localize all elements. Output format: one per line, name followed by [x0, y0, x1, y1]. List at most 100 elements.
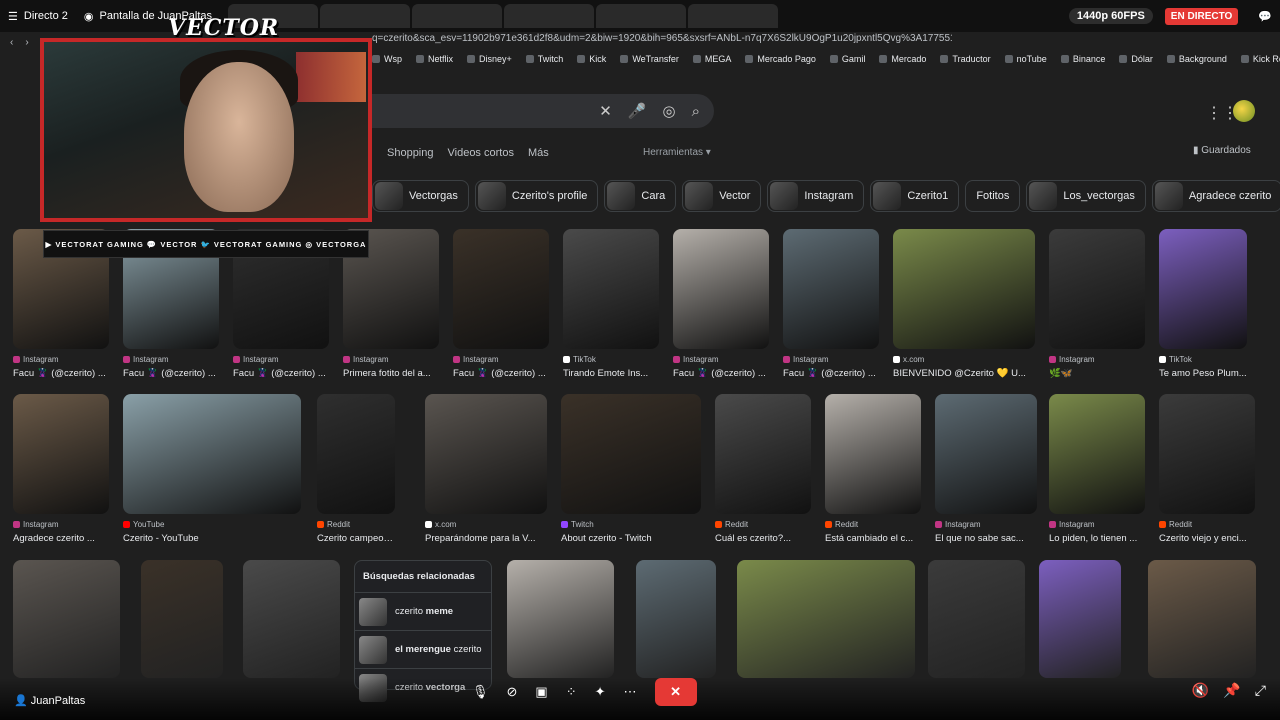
- lens-icon[interactable]: ◎: [663, 102, 676, 120]
- image-result[interactable]: [13, 560, 120, 678]
- url-field[interactable]: q=czerito&sca_esv=11902b971e361d2f8&udm=…: [372, 33, 952, 44]
- result-thumbnail[interactable]: [935, 394, 1037, 514]
- back-icon[interactable]: ‹: [10, 37, 13, 48]
- result-caption[interactable]: Facu 🦹 (@czerito) ...: [453, 368, 549, 379]
- bookmark-item[interactable]: Kick: [577, 54, 606, 72]
- bookmark-item[interactable]: Background: [1167, 54, 1227, 72]
- search-icon[interactable]: ⌕: [692, 103, 700, 120]
- image-result[interactable]: Reddit Cuál es czerito?...: [715, 394, 811, 544]
- result-thumbnail[interactable]: [13, 394, 109, 514]
- result-caption[interactable]: El que no sabe sac...: [935, 533, 1037, 544]
- layout-icon[interactable]: ⁘: [566, 684, 577, 700]
- result-thumbnail[interactable]: [715, 394, 811, 514]
- bookmark-item[interactable]: Mercado Pago: [745, 54, 816, 72]
- result-caption[interactable]: Facu 🦹 (@czerito) ...: [233, 368, 329, 379]
- filter-tab[interactable]: Videos cortos: [448, 147, 514, 159]
- bookmark-item[interactable]: MEGA: [693, 54, 732, 72]
- image-result[interactable]: Reddit Está cambiado el c...: [825, 394, 921, 544]
- image-result[interactable]: [636, 560, 716, 678]
- image-result[interactable]: [928, 560, 1025, 678]
- result-thumbnail[interactable]: [317, 394, 395, 514]
- channel-selector[interactable]: ☰ Directo 2: [0, 10, 76, 23]
- forward-icon[interactable]: ›: [25, 37, 28, 48]
- saved-button[interactable]: ▮ Guardados: [1193, 145, 1251, 156]
- result-thumbnail[interactable]: [561, 394, 701, 514]
- mute-icon[interactable]: 🔇: [1192, 682, 1209, 699]
- result-caption[interactable]: Lo piden, lo tienen ...: [1049, 533, 1145, 544]
- result-caption[interactable]: Agradece czerito ...: [13, 533, 109, 544]
- result-thumbnail[interactable]: [453, 229, 549, 349]
- related-search-item[interactable]: czerito meme: [355, 592, 491, 630]
- result-caption[interactable]: Czerito campeon :...: [317, 533, 395, 544]
- result-caption[interactable]: Czerito viejo y enci...: [1159, 533, 1255, 544]
- browser-tab[interactable]: [504, 4, 595, 28]
- effects-icon[interactable]: ✦: [595, 684, 606, 700]
- browser-tab[interactable]: [412, 4, 503, 28]
- result-caption[interactable]: Facu 🦹 (@czerito) ...: [13, 368, 109, 379]
- bookmark-item[interactable]: Mercado: [879, 54, 926, 72]
- refinement-chip[interactable]: Instagram: [767, 180, 865, 212]
- browser-tab[interactable]: [596, 4, 687, 28]
- result-thumbnail[interactable]: [893, 229, 1035, 349]
- filter-tab[interactable]: Más: [528, 147, 549, 159]
- result-caption[interactable]: Te amo Peso Plum...: [1159, 368, 1247, 379]
- more-icon[interactable]: ⋯: [624, 684, 637, 700]
- result-thumbnail[interactable]: [425, 394, 547, 514]
- account-avatar[interactable]: [1233, 100, 1255, 122]
- bookmark-item[interactable]: Dólar: [1119, 54, 1153, 72]
- result-thumbnail[interactable]: [1039, 560, 1121, 678]
- image-result[interactable]: Instagram Facu 🦹 (@czerito) ...: [453, 229, 549, 379]
- result-thumbnail[interactable]: [783, 229, 879, 349]
- tools-button[interactable]: Herramientas ▾: [643, 147, 711, 158]
- result-caption[interactable]: 🌿🦋: [1049, 368, 1145, 379]
- image-result[interactable]: Instagram Facu 🦹 (@czerito) ...: [673, 229, 769, 379]
- image-result[interactable]: Instagram Lo piden, lo tienen ...: [1049, 394, 1145, 544]
- result-thumbnail[interactable]: [1049, 229, 1145, 349]
- refinement-chip[interactable]: Czerito1: [870, 180, 960, 212]
- image-result[interactable]: x.com BIENVENIDO @Czerito 💛 U...: [893, 229, 1035, 379]
- screen-share-icon[interactable]: ▣: [535, 684, 547, 700]
- refinement-chip[interactable]: Cara: [604, 180, 677, 212]
- image-result[interactable]: TikTok Tirando Emote Ins...: [563, 229, 659, 379]
- result-thumbnail[interactable]: [825, 394, 921, 514]
- browser-tab[interactable]: [320, 4, 411, 28]
- image-result[interactable]: Instagram Facu 🦹 (@czerito) ...: [783, 229, 879, 379]
- image-result[interactable]: [243, 560, 340, 678]
- bookmark-item[interactable]: Gamil: [830, 54, 866, 72]
- microphone-icon[interactable]: 🎙: [472, 684, 489, 700]
- result-thumbnail[interactable]: [737, 560, 915, 678]
- result-caption[interactable]: About czerito - Twitch: [561, 533, 701, 544]
- refinement-chip[interactable]: Fotitos: [965, 180, 1021, 212]
- mic-icon[interactable]: 🎤: [628, 102, 647, 120]
- result-caption[interactable]: Está cambiado el c...: [825, 533, 921, 544]
- search-input[interactable]: ✕ 🎤 ◎ ⌕: [370, 94, 714, 128]
- refinement-chip[interactable]: Vectorgas: [372, 180, 469, 212]
- menu-icon[interactable]: ☰: [8, 10, 18, 23]
- result-thumbnail[interactable]: [1159, 394, 1255, 514]
- bookmark-item[interactable]: Wsp: [372, 54, 402, 72]
- image-result[interactable]: Instagram El que no sabe sac...: [935, 394, 1037, 544]
- image-result[interactable]: [737, 560, 915, 678]
- bookmark-item[interactable]: WeTransfer: [620, 54, 679, 72]
- related-search-item[interactable]: el merengue czerito: [355, 630, 491, 668]
- refinement-chip[interactable]: Agradece czerito: [1151, 180, 1280, 212]
- result-caption[interactable]: BIENVENIDO @Czerito 💛 U...: [893, 368, 1035, 379]
- image-result[interactable]: Instagram Agradece czerito ...: [13, 394, 109, 544]
- result-thumbnail[interactable]: [141, 560, 223, 678]
- image-result[interactable]: Reddit Czerito viejo y enci...: [1159, 394, 1255, 544]
- result-thumbnail[interactable]: [1159, 229, 1247, 349]
- result-caption[interactable]: Tirando Emote Ins...: [563, 368, 659, 379]
- result-caption[interactable]: Cuál es czerito?...: [715, 533, 811, 544]
- result-thumbnail[interactable]: [1148, 560, 1256, 678]
- image-result[interactable]: Reddit Czerito campeon :...: [317, 394, 395, 544]
- result-thumbnail[interactable]: [123, 394, 301, 514]
- end-stream-button[interactable]: ✕: [654, 678, 697, 706]
- filter-tab[interactable]: Shopping: [387, 147, 434, 159]
- result-caption[interactable]: Czerito - YouTube: [123, 533, 301, 544]
- fullscreen-icon[interactable]: ⤢: [1255, 682, 1266, 699]
- result-thumbnail[interactable]: [636, 560, 716, 678]
- bookmark-item[interactable]: Disney+: [467, 54, 512, 72]
- image-result[interactable]: Instagram 🌿🦋: [1049, 229, 1145, 379]
- image-result[interactable]: Twitch About czerito - Twitch: [561, 394, 701, 544]
- result-thumbnail[interactable]: [563, 229, 659, 349]
